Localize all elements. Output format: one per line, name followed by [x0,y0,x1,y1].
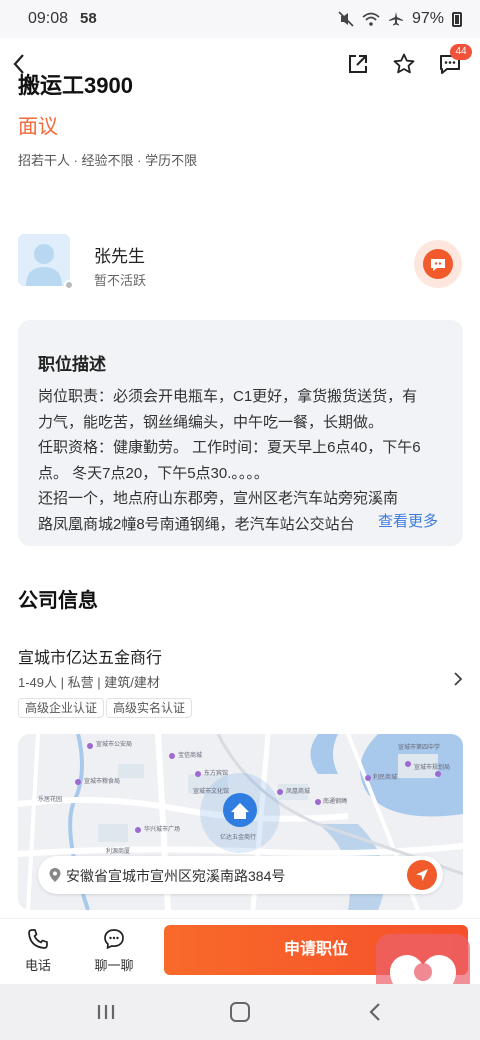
chat-recruiter-button[interactable] [414,240,462,288]
map-label: 凤凰商城 [286,789,311,795]
map-label: 宣城市公安局 [96,742,133,748]
description-line: 点。 冬天7点20，下午5点30.。。。。 [38,464,269,482]
chat-icon [104,929,124,949]
description-line: 力气，能吃苦，钢丝绳编头，中午吃一餐，长期做。 [38,413,384,431]
battery-icon [452,11,462,27]
recruiter-status: 暂不活跃 [94,273,147,288]
navigation-arrow-icon [416,869,428,881]
message-count-badge: 44 [450,44,472,60]
chat-label: 聊一聊 [94,958,134,973]
map-label: 宣城市粮食局 [84,779,121,785]
phone-label: 电话 [24,958,51,973]
company-name[interactable]: 宣城市亿达五金商行 [18,644,162,668]
map-label: 宣城市规划局 [414,765,451,771]
phone-button[interactable]: 电话 [8,927,68,974]
navigate-button[interactable] [407,860,437,890]
map-label: 利民商城 [373,775,398,781]
realname-cert-badge: 高级实名认证 [106,698,193,718]
share-icon[interactable] [346,52,370,76]
map-label: 东方宾馆 [204,771,229,777]
map-label: 乐居花园 [38,797,63,803]
salary: 面议 [18,116,58,138]
description-line: 岗位职责：必须会开电瓶车，C1更好，拿货搬货送货，有 [38,388,418,405]
address-bar[interactable]: 安徽省宣城市宣州区宛溪南路384号 [38,856,443,894]
job-title: 搬运工3900 [18,73,133,98]
map-label: 宣城市第四中学 [398,745,441,751]
company-meta: 1-49人 | 私营 | 建筑/建材 [18,675,160,690]
company-map[interactable]: 宣城市公安局 宝信商城 宣城市第四中学 宣城市粮食局 东方宾馆 凤凰商城 利民商… [18,734,463,910]
map-label: 华兴城市广场 [144,827,181,833]
map-label: 宝信商城 [178,753,203,759]
favorite-star-icon[interactable] [392,52,416,76]
status-bar: 09:08 58 97% [0,0,480,38]
airplane-icon [388,12,403,26]
battery-percent: 97% [411,10,444,27]
description-line: 还招一个，地点府山东郡旁，宣州区老汽车站旁宛溪南 [38,490,399,507]
avatar[interactable] [18,234,70,286]
recent-apps-icon[interactable] [96,1004,116,1020]
system-back-icon[interactable] [368,1002,382,1022]
chat-bubble-icon [423,249,453,279]
status-time: 09:08 [28,10,69,27]
chat-button[interactable]: 聊一聊 [84,927,144,974]
enterprise-cert-badge: 高级企业认证 [18,698,105,718]
carrier-mark: 58 [80,10,97,27]
map-label: 宣城市文化馆 [193,789,230,795]
view-more-link[interactable]: 查看更多 [348,510,439,531]
map-label: 利源商厦 [106,849,131,855]
chevron-right-icon[interactable] [450,670,466,688]
recruiter-name: 张先生 [94,247,145,266]
offline-status-dot [64,280,74,290]
mute-icon [338,11,354,27]
recruiter-card[interactable]: 张先生 暂不活跃 [18,234,463,324]
company-section-title: 公司信息 [18,590,98,612]
company-address: 安徽省宣城市宣州区宛溪南路384号 [66,868,286,884]
system-nav-bar [0,984,480,1040]
job-requirements: 招若干人 · 经验不限 · 学历不限 [18,153,198,168]
location-pin-icon [49,868,61,882]
map-label: 南通钢绳 [323,799,348,805]
job-description-card: 职位描述 岗位职责：必须会开电瓶车，C1更好，拿货搬货送货，有 力气，能吃苦，钢… [18,320,463,546]
person-avatar-icon [26,244,62,286]
wifi-icon [362,12,380,26]
description-title: 职位描述 [38,355,106,374]
description-line: 任职资格：健康勤劳。 工作时间：夏天早上6点40，下午6 [38,439,421,456]
map-label: 亿达五金商行 [220,835,257,841]
home-icon[interactable] [230,1002,250,1022]
phone-icon [28,929,48,949]
